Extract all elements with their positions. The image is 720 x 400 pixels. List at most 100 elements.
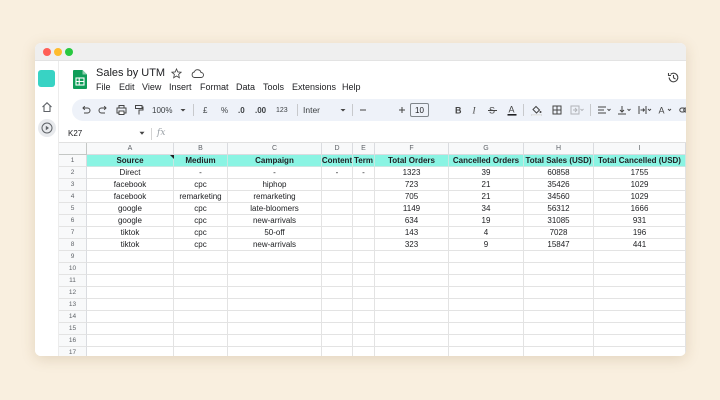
increase-decimal-button[interactable]: .00 — [255, 104, 266, 116]
empty-cell[interactable] — [449, 335, 524, 347]
row-header[interactable]: 6 — [59, 215, 87, 227]
data-cell[interactable]: facebook — [87, 179, 174, 191]
data-cell[interactable]: 31085 — [524, 215, 594, 227]
empty-cell[interactable] — [322, 299, 353, 311]
data-cell[interactable]: 21 — [449, 179, 524, 191]
home-icon[interactable] — [41, 101, 53, 113]
merge-icon[interactable] — [570, 104, 584, 116]
data-cell[interactable]: 1755 — [594, 167, 686, 179]
empty-cell[interactable] — [524, 323, 594, 335]
empty-cell[interactable] — [353, 275, 375, 287]
empty-cell[interactable] — [322, 311, 353, 323]
data-cell[interactable]: google — [87, 203, 174, 215]
row-header[interactable]: 3 — [59, 179, 87, 191]
empty-cell[interactable] — [449, 275, 524, 287]
paint-format-icon[interactable] — [134, 104, 144, 116]
row-header[interactable]: 8 — [59, 239, 87, 251]
empty-cell[interactable] — [353, 299, 375, 311]
data-cell[interactable]: 323 — [375, 239, 449, 251]
data-cell[interactable] — [322, 239, 353, 251]
empty-cell[interactable] — [228, 263, 322, 275]
data-cell[interactable]: 7028 — [524, 227, 594, 239]
data-cell[interactable] — [353, 227, 375, 239]
maximize-window-button[interactable] — [65, 48, 73, 56]
menu-insert[interactable]: Insert — [169, 82, 192, 92]
data-cell[interactable]: google — [87, 215, 174, 227]
data-cell[interactable]: 15847 — [524, 239, 594, 251]
empty-cell[interactable] — [353, 347, 375, 356]
empty-cell[interactable] — [174, 251, 228, 263]
empty-cell[interactable] — [449, 287, 524, 299]
row-header[interactable]: 9 — [59, 251, 87, 263]
empty-cell[interactable] — [322, 287, 353, 299]
row-header[interactable]: 16 — [59, 335, 87, 347]
empty-cell[interactable] — [174, 335, 228, 347]
empty-cell[interactable] — [228, 347, 322, 356]
menu-data[interactable]: Data — [236, 82, 255, 92]
history-icon[interactable] — [667, 71, 680, 84]
fill-color-icon[interactable] — [531, 104, 542, 116]
data-cell[interactable]: facebook — [87, 191, 174, 203]
data-cell[interactable]: 931 — [594, 215, 686, 227]
empty-cell[interactable] — [353, 287, 375, 299]
data-cell[interactable]: - — [174, 167, 228, 179]
empty-cell[interactable] — [228, 287, 322, 299]
empty-cell[interactable] — [228, 323, 322, 335]
increase-font-size-icon[interactable] — [398, 104, 406, 116]
number-format-button[interactable]: 123 — [276, 104, 288, 116]
empty-cell[interactable] — [524, 263, 594, 275]
empty-cell[interactable] — [449, 251, 524, 263]
empty-cell[interactable] — [524, 299, 594, 311]
minimize-window-button[interactable] — [54, 48, 62, 56]
header-cell[interactable]: Content — [322, 155, 353, 167]
header-cell[interactable]: Cancelled Orders — [449, 155, 524, 167]
data-cell[interactable]: 39 — [449, 167, 524, 179]
data-cell[interactable]: cpc — [174, 215, 228, 227]
empty-cell[interactable] — [87, 347, 174, 356]
data-cell[interactable]: tiktok — [87, 239, 174, 251]
empty-cell[interactable] — [375, 287, 449, 299]
undo-icon[interactable] — [81, 104, 91, 116]
document-title[interactable]: Sales by UTM — [96, 67, 165, 79]
chevron-down-icon[interactable] — [340, 104, 346, 116]
currency-format-button[interactable]: £ — [203, 104, 207, 116]
empty-cell[interactable] — [353, 311, 375, 323]
empty-cell[interactable] — [375, 347, 449, 356]
empty-cell[interactable] — [87, 263, 174, 275]
empty-cell[interactable] — [449, 263, 524, 275]
empty-cell[interactable] — [87, 335, 174, 347]
row-header[interactable]: 17 — [59, 347, 87, 356]
italic-icon[interactable]: I — [471, 104, 479, 116]
row-header[interactable]: 10 — [59, 263, 87, 275]
data-cell[interactable]: - — [322, 167, 353, 179]
column-header-b[interactable]: B — [174, 143, 228, 155]
data-cell[interactable]: 50-off — [228, 227, 322, 239]
empty-cell[interactable] — [375, 275, 449, 287]
empty-cell[interactable] — [228, 311, 322, 323]
empty-cell[interactable] — [594, 323, 686, 335]
empty-cell[interactable] — [87, 323, 174, 335]
empty-cell[interactable] — [594, 287, 686, 299]
sheets-logo-icon[interactable] — [73, 70, 87, 89]
empty-cell[interactable] — [594, 335, 686, 347]
data-cell[interactable]: 56312 — [524, 203, 594, 215]
empty-cell[interactable] — [322, 323, 353, 335]
empty-cell[interactable] — [375, 263, 449, 275]
empty-cell[interactable] — [87, 287, 174, 299]
row-header[interactable]: 5 — [59, 203, 87, 215]
row-header[interactable]: 4 — [59, 191, 87, 203]
data-cell[interactable]: 723 — [375, 179, 449, 191]
column-header-i[interactable]: I — [594, 143, 686, 155]
data-cell[interactable]: 705 — [375, 191, 449, 203]
data-cell[interactable] — [322, 203, 353, 215]
empty-cell[interactable] — [228, 251, 322, 263]
data-cell[interactable]: 1149 — [375, 203, 449, 215]
decrease-decimal-button[interactable]: .0 — [238, 104, 245, 116]
cloud-icon[interactable] — [191, 68, 204, 79]
chevron-down-icon[interactable] — [180, 104, 186, 116]
empty-cell[interactable] — [322, 347, 353, 356]
data-cell[interactable] — [322, 227, 353, 239]
data-cell[interactable] — [322, 191, 353, 203]
empty-cell[interactable] — [594, 263, 686, 275]
star-icon[interactable] — [171, 68, 182, 79]
